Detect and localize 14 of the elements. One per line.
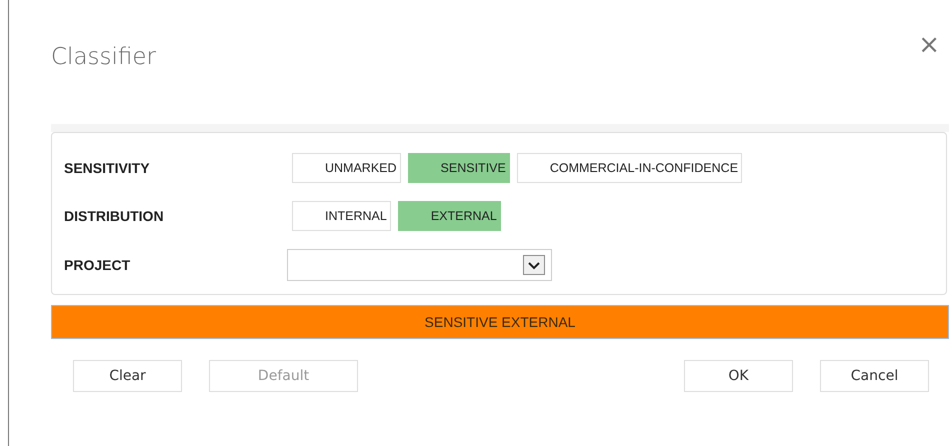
option-button[interactable]: INTERNAL [292, 201, 391, 231]
classification-banner: SENSITIVE EXTERNAL [51, 305, 949, 339]
close-button[interactable]: × [912, 32, 946, 58]
dialog-button[interactable]: Clear [73, 360, 182, 392]
field-label: DISTRIBUTION [64, 208, 165, 224]
dialog-title: Classifier [51, 44, 156, 70]
field-label: PROJECT [64, 257, 132, 273]
option-button[interactable]: UNMARKED [292, 153, 401, 183]
option-button[interactable]: SENSITIVE [408, 153, 510, 183]
option-button[interactable]: COMMERCIAL-IN-CONFIDENCE [516, 153, 742, 183]
dialog-button[interactable]: OK [684, 360, 793, 392]
field-label: SENSITIVITY [64, 160, 151, 176]
dialog-button[interactable]: Cancel [820, 360, 929, 392]
option-button[interactable]: EXTERNAL [398, 201, 501, 231]
